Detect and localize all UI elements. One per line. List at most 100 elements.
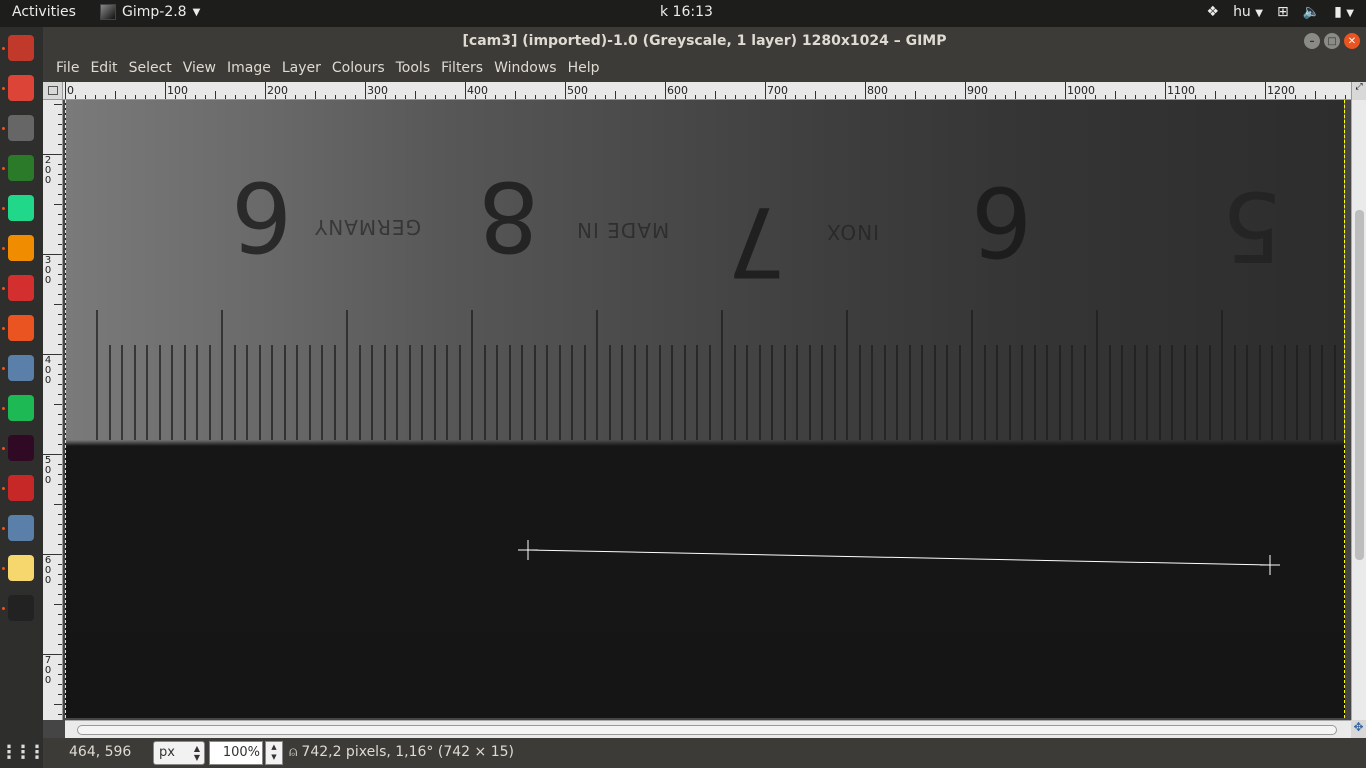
ruler-tick [1145, 95, 1146, 99]
ruler-tick [1315, 91, 1316, 99]
clock[interactable]: k 16:13 [660, 4, 713, 20]
menu-file[interactable]: File [51, 55, 84, 82]
running-indicator [2, 487, 5, 490]
menu-edit[interactable]: Edit [85, 55, 122, 82]
running-indicator [2, 447, 5, 450]
ruler-tick [1265, 82, 1266, 99]
zoom-spinner[interactable]: ▲ ▼ [265, 741, 283, 765]
horizontal-scrollbar[interactable] [65, 720, 1351, 738]
menu-windows[interactable]: Windows [489, 55, 562, 82]
measure-text: 742,2 pixels, 1,16° (742 × 15) [301, 744, 514, 760]
ruler-tick [1035, 95, 1036, 99]
volume-icon[interactable]: 🔈 [1303, 4, 1320, 20]
menu-tools[interactable]: Tools [391, 55, 436, 82]
menu-select[interactable]: Select [124, 55, 177, 82]
close-button[interactable]: ✕ [1344, 33, 1360, 49]
burst-icon[interactable] [8, 475, 34, 501]
menu-filters[interactable]: Filters [436, 55, 488, 82]
keyboard-layout[interactable]: hu ▼ [1233, 4, 1263, 20]
ruler-tick [945, 95, 946, 99]
menu-view[interactable]: View [178, 55, 221, 82]
dropbox-icon[interactable]: ❖ [1207, 4, 1220, 20]
terminal-icon[interactable] [8, 435, 34, 461]
ruler-tick [755, 95, 756, 99]
status-bar: 464, 596 px ▲ ▼ 100% ▲ ▼ ⍝ 742,2 pixels, 1,… [43, 738, 1366, 768]
unit-selector[interactable]: px ▲ ▼ [153, 741, 205, 765]
ruler-tick [1305, 95, 1306, 99]
ruler-tick [515, 91, 516, 99]
ruler-tick [58, 634, 62, 635]
software-center-icon[interactable] [8, 315, 34, 341]
ruler-tick [58, 514, 62, 515]
ruler-tick [58, 414, 62, 415]
ruler-tick [1105, 95, 1106, 99]
files-icon[interactable] [8, 35, 34, 61]
ruler-tick [665, 82, 666, 99]
text-editor-icon[interactable] [8, 555, 34, 581]
ruler-tick [58, 434, 62, 435]
ruler-label: 700 [767, 84, 788, 97]
ruler-tick [54, 304, 62, 305]
spotify-icon[interactable] [8, 395, 34, 421]
scrollbar-thumb[interactable] [1355, 210, 1364, 560]
ruler-tick [58, 224, 62, 225]
ruler-tick [835, 95, 836, 99]
ruler-tick [54, 104, 62, 105]
scrollbar-thumb[interactable] [77, 725, 1337, 735]
ruler-tick [58, 214, 62, 215]
pycharm-icon[interactable] [8, 195, 34, 221]
ruler-label: 200 [44, 155, 52, 186]
ruler-tick [895, 95, 896, 99]
gimp-window-icon[interactable] [8, 595, 34, 621]
vertical-ruler[interactable]: 200 300 400 500 600 700 [43, 100, 63, 720]
vlc-icon[interactable] [8, 235, 34, 261]
ruler-tick [58, 664, 62, 665]
texmaker-icon[interactable] [8, 155, 34, 181]
zoom-field[interactable]: 100% [209, 741, 263, 765]
vertical-scrollbar[interactable] [1351, 100, 1366, 720]
network-icon[interactable]: ⊞ [1277, 4, 1289, 20]
ruler-tick [625, 95, 626, 99]
ruler-tick [615, 91, 616, 99]
ruler-label: 0 [67, 84, 74, 97]
menu-colours[interactable]: Colours [327, 55, 390, 82]
running-indicator [2, 327, 5, 330]
image-canvas[interactable]: 6 GERMANY 8 MADE IN 7 INOX 6 5 [65, 100, 1345, 718]
ruler-label: 400 [467, 84, 488, 97]
chrome-icon[interactable] [8, 75, 34, 101]
ruler-tick [58, 644, 62, 645]
maximize-button[interactable]: □ [1324, 33, 1340, 49]
battery-icon[interactable]: ▮ ▼ [1334, 4, 1354, 20]
ruler-tick [435, 95, 436, 99]
pointer-coordinates: 464, 596 [69, 744, 132, 760]
ruler-tick [745, 95, 746, 99]
grid-icon[interactable]: ⋮⋮⋮ [0, 739, 46, 765]
scanner-icon[interactable] [8, 355, 34, 381]
quick-mask-corner[interactable] [43, 82, 63, 100]
ruler-tick [58, 124, 62, 125]
menu-layer[interactable]: Layer [277, 55, 326, 82]
app-menu[interactable]: Gimp-2.8 ▼ [100, 4, 200, 20]
measure-start-handle[interactable] [518, 540, 538, 560]
horizontal-ruler[interactable]: 0 100 200 300 400 500 600 700 800 900 1000 1100 1200 [63, 82, 1351, 100]
ruler-tick [125, 95, 126, 99]
app-red-icon[interactable] [8, 275, 34, 301]
menu-image[interactable]: Image [222, 55, 276, 82]
running-indicator [2, 367, 5, 370]
navigate-icon[interactable]: ✥ [1351, 720, 1366, 738]
scanner2-icon[interactable] [8, 515, 34, 541]
measure-end-handle[interactable] [1260, 555, 1280, 575]
activities-button[interactable]: Activities [12, 4, 76, 20]
zoom-fit-icon[interactable]: ⤢ [1351, 82, 1366, 100]
ruler-tick [925, 95, 926, 99]
minimize-button[interactable]: – [1304, 33, 1320, 49]
ruler-tick [395, 95, 396, 99]
settings-tool-icon[interactable] [8, 115, 34, 141]
ruler-tick [65, 82, 66, 99]
ruler-tick [845, 95, 846, 99]
measure-line[interactable] [527, 549, 1271, 566]
menu-help[interactable]: Help [563, 55, 605, 82]
ruler-tick [455, 95, 456, 99]
ruler-tick [555, 95, 556, 99]
ruler-tick [58, 314, 62, 315]
